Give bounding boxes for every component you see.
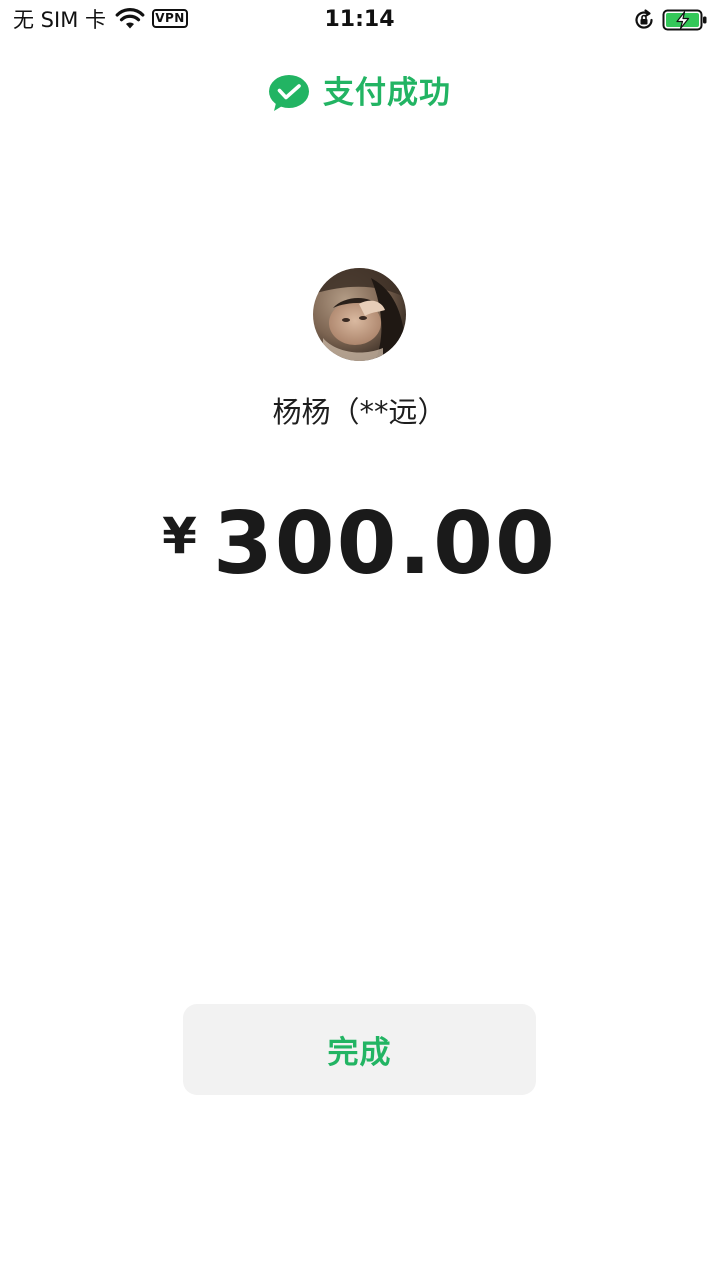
avatar	[313, 268, 406, 361]
done-button-label: 完成	[327, 1035, 392, 1071]
battery-charging-icon	[662, 9, 707, 31]
wechat-pay-icon	[269, 75, 309, 111]
status-bar: 无 SIM 卡 VPN 11:14	[0, 0, 719, 40]
currency-symbol: ¥	[162, 507, 197, 565]
status-time: 11:14	[324, 7, 395, 32]
rotation-lock-icon	[635, 9, 653, 29]
payee-name: 杨杨（**远）	[272, 395, 447, 429]
done-button[interactable]: 完成	[183, 1004, 536, 1095]
amount-value: 300.00	[212, 494, 557, 594]
payment-amount: ¥ 300.00	[0, 494, 719, 594]
success-header: 支付成功	[0, 70, 719, 116]
success-title: 支付成功	[323, 75, 451, 111]
